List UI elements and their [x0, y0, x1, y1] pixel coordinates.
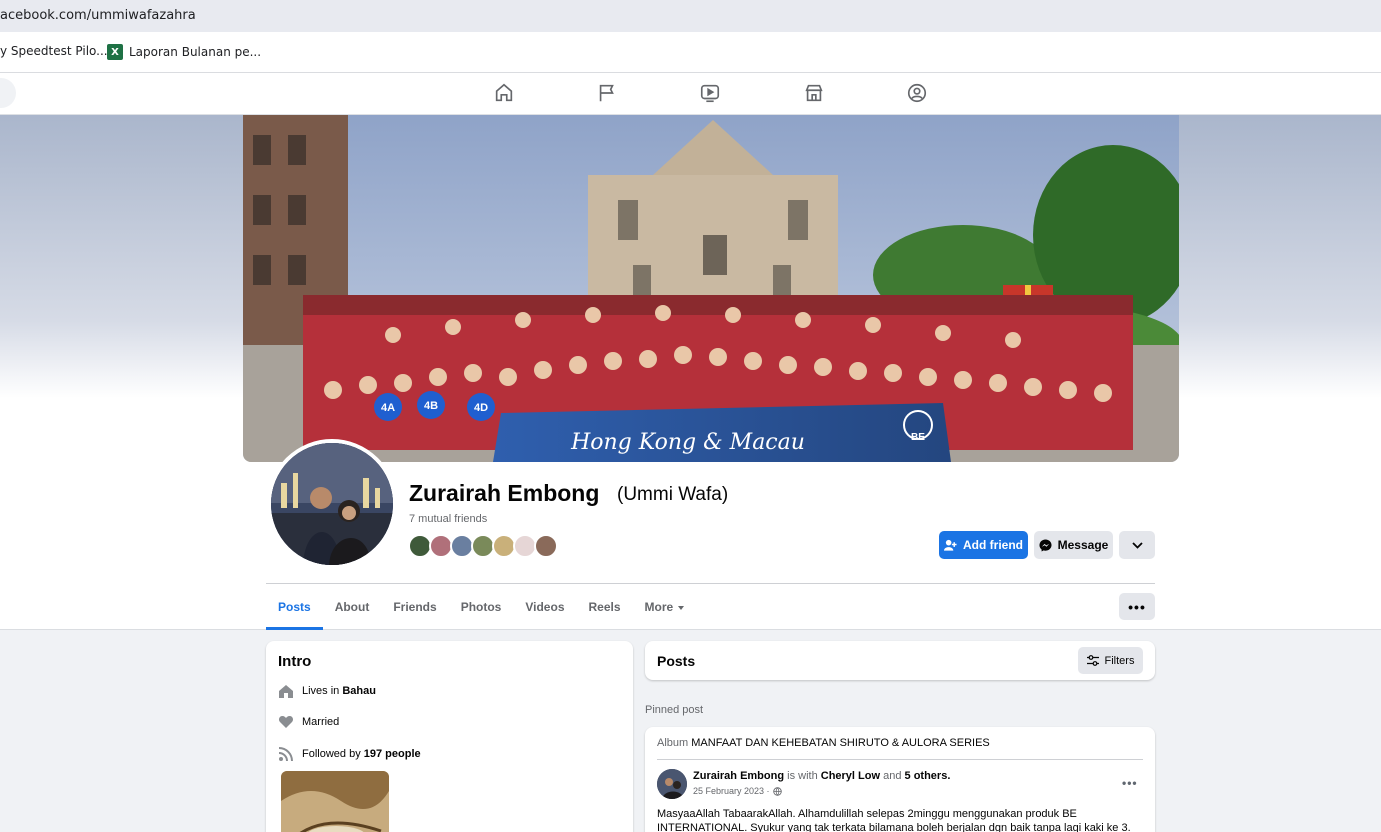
message-button[interactable]: Message: [1034, 531, 1113, 559]
tab-videos[interactable]: Videos: [513, 586, 576, 629]
facebook-top-nav: [0, 73, 1381, 115]
profile-tabs: Posts About Friends Photos Videos Reels …: [266, 586, 697, 630]
url-text[interactable]: acebook.com/ummiwafazahra: [0, 8, 196, 23]
flag-icon[interactable]: [596, 82, 618, 104]
followers-link[interactable]: 197 people: [364, 748, 421, 760]
sign-4d: 4D: [474, 402, 488, 414]
post-body-line: MasyaaAllah TabaarakAllah. Alhamdulillah…: [657, 808, 1077, 820]
globe-icon: [772, 786, 782, 796]
lives-place-link[interactable]: Bahau: [342, 685, 376, 697]
profile-picture[interactable]: [267, 439, 397, 569]
filters-button[interactable]: Filters: [1078, 647, 1143, 674]
home-icon: [279, 685, 293, 698]
bookmark-laporan[interactable]: X Laporan Bulanan pe...: [107, 44, 261, 60]
album-line: Album MANFAAT DAN KEHEBATAN SHIRUTO & AU…: [657, 737, 990, 749]
followed-prefix: Followed by: [302, 748, 361, 760]
featured-photo[interactable]: [281, 771, 389, 832]
album-divider: [657, 759, 1143, 760]
rss-icon: [278, 747, 293, 762]
tab-label: Reels: [588, 600, 621, 614]
tab-reels[interactable]: Reels: [577, 586, 633, 629]
post-options-button[interactable]: •••: [1122, 774, 1138, 792]
with-text: is with: [787, 770, 818, 782]
banner-logo: BE: [911, 432, 925, 443]
pinned-post-label: Pinned post: [645, 704, 704, 716]
pinned-post-card: Album MANFAAT DAN KEHEBATAN SHIRUTO & AU…: [645, 727, 1155, 832]
lives-prefix: Lives in: [302, 685, 340, 697]
tab-label: More: [644, 600, 674, 614]
relationship-text: Married: [302, 716, 340, 728]
tab-posts[interactable]: Posts: [266, 586, 323, 630]
add-friend-label: Add friend: [963, 538, 1023, 552]
bookmark-label: Laporan Bulanan pe...: [129, 45, 262, 59]
post-author-line: Zurairah Embong is with Cheryl Low and 5…: [693, 770, 950, 782]
groups-icon[interactable]: [906, 82, 928, 104]
intro-relationship: Married: [278, 714, 339, 730]
posts-title: Posts: [657, 653, 696, 669]
sign-4a: 4A: [381, 402, 395, 414]
profile-alternate-name: (Ummi Wafa): [617, 484, 729, 505]
more-dots-icon: •••: [1122, 776, 1138, 790]
heart-icon: [278, 716, 294, 728]
filters-label: Filters: [1104, 654, 1135, 667]
header-divider: [266, 583, 1155, 584]
tab-about[interactable]: About: [323, 586, 382, 629]
add-friend-button[interactable]: Add friend: [939, 531, 1028, 559]
add-person-icon: [944, 539, 957, 551]
sliders-icon: [1086, 655, 1099, 666]
post-body: MasyaaAllah TabaarakAllah. Alhamdulillah…: [657, 807, 1131, 832]
banner-text: Hong Kong & Macau: [570, 430, 805, 455]
tagged-others-link[interactable]: 5 others.: [905, 770, 951, 782]
and-text: and: [883, 770, 902, 782]
mutual-friend-avatar[interactable]: [534, 534, 558, 558]
post-author-avatar[interactable]: [657, 769, 687, 799]
post-date-link[interactable]: 25 February 2023 ·: [693, 786, 770, 796]
post-author-link[interactable]: Zurairah Embong: [693, 770, 784, 782]
profile-name: Zurairah Embong: [409, 480, 600, 506]
tab-photos[interactable]: Photos: [449, 586, 514, 629]
tab-label: About: [334, 600, 370, 614]
cover-photo[interactable]: 4A 4B 4D Hong Kong & Macau BE: [243, 115, 1179, 462]
home-icon[interactable]: [493, 82, 515, 104]
address-bar[interactable]: acebook.com/ummiwafazahra: [0, 0, 1381, 32]
messenger-icon: [1039, 538, 1052, 552]
caret-down-icon: [678, 605, 685, 610]
video-icon[interactable]: [699, 82, 721, 104]
tab-label: Videos: [525, 600, 565, 614]
intro-followers: Followed by 197 people: [278, 746, 421, 762]
tab-more[interactable]: More: [633, 586, 697, 629]
album-name-link[interactable]: MANFAAT DAN KEHEBATAN SHIRUTO & AULORA S…: [691, 737, 990, 749]
album-prefix: Album: [657, 737, 689, 749]
bookmark-speedtest[interactable]: y Speedtest Pilo...: [0, 44, 108, 58]
post-meta: 25 February 2023 ·: [693, 786, 782, 796]
tab-label: Posts: [278, 600, 311, 614]
more-actions-button[interactable]: [1119, 531, 1155, 559]
sign-4b: 4B: [424, 400, 438, 412]
tab-friends[interactable]: Friends: [381, 586, 448, 629]
search-input[interactable]: [0, 78, 16, 108]
tab-label: Photos: [460, 600, 502, 614]
bookmark-label: y Speedtest Pilo...: [0, 44, 108, 58]
mutual-friends-count[interactable]: 7 mutual friends: [409, 513, 487, 525]
tab-label: Friends: [393, 600, 437, 614]
posts-header-card: Posts Filters: [645, 641, 1155, 680]
mutual-friend-avatars: [408, 534, 558, 558]
tagged-friend-link[interactable]: Cheryl Low: [821, 770, 880, 782]
more-dots-icon: •••: [1128, 598, 1146, 615]
intro-lives-in: Lives in Bahau: [278, 683, 376, 699]
marketplace-icon[interactable]: [803, 82, 825, 104]
intro-card: Intro Lives in Bahau Married Followed by…: [266, 641, 633, 832]
chevron-down-icon: [1131, 541, 1143, 549]
profile-options-button[interactable]: •••: [1119, 593, 1155, 620]
message-label: Message: [1057, 538, 1109, 552]
post-body-line: INTERNATIONAL. Syukur yang tak terkata b…: [657, 822, 1131, 832]
bookmarks-bar: y Speedtest Pilo... X Laporan Bulanan pe…: [0, 32, 1381, 73]
excel-icon: X: [107, 44, 123, 60]
intro-title: Intro: [278, 653, 312, 670]
